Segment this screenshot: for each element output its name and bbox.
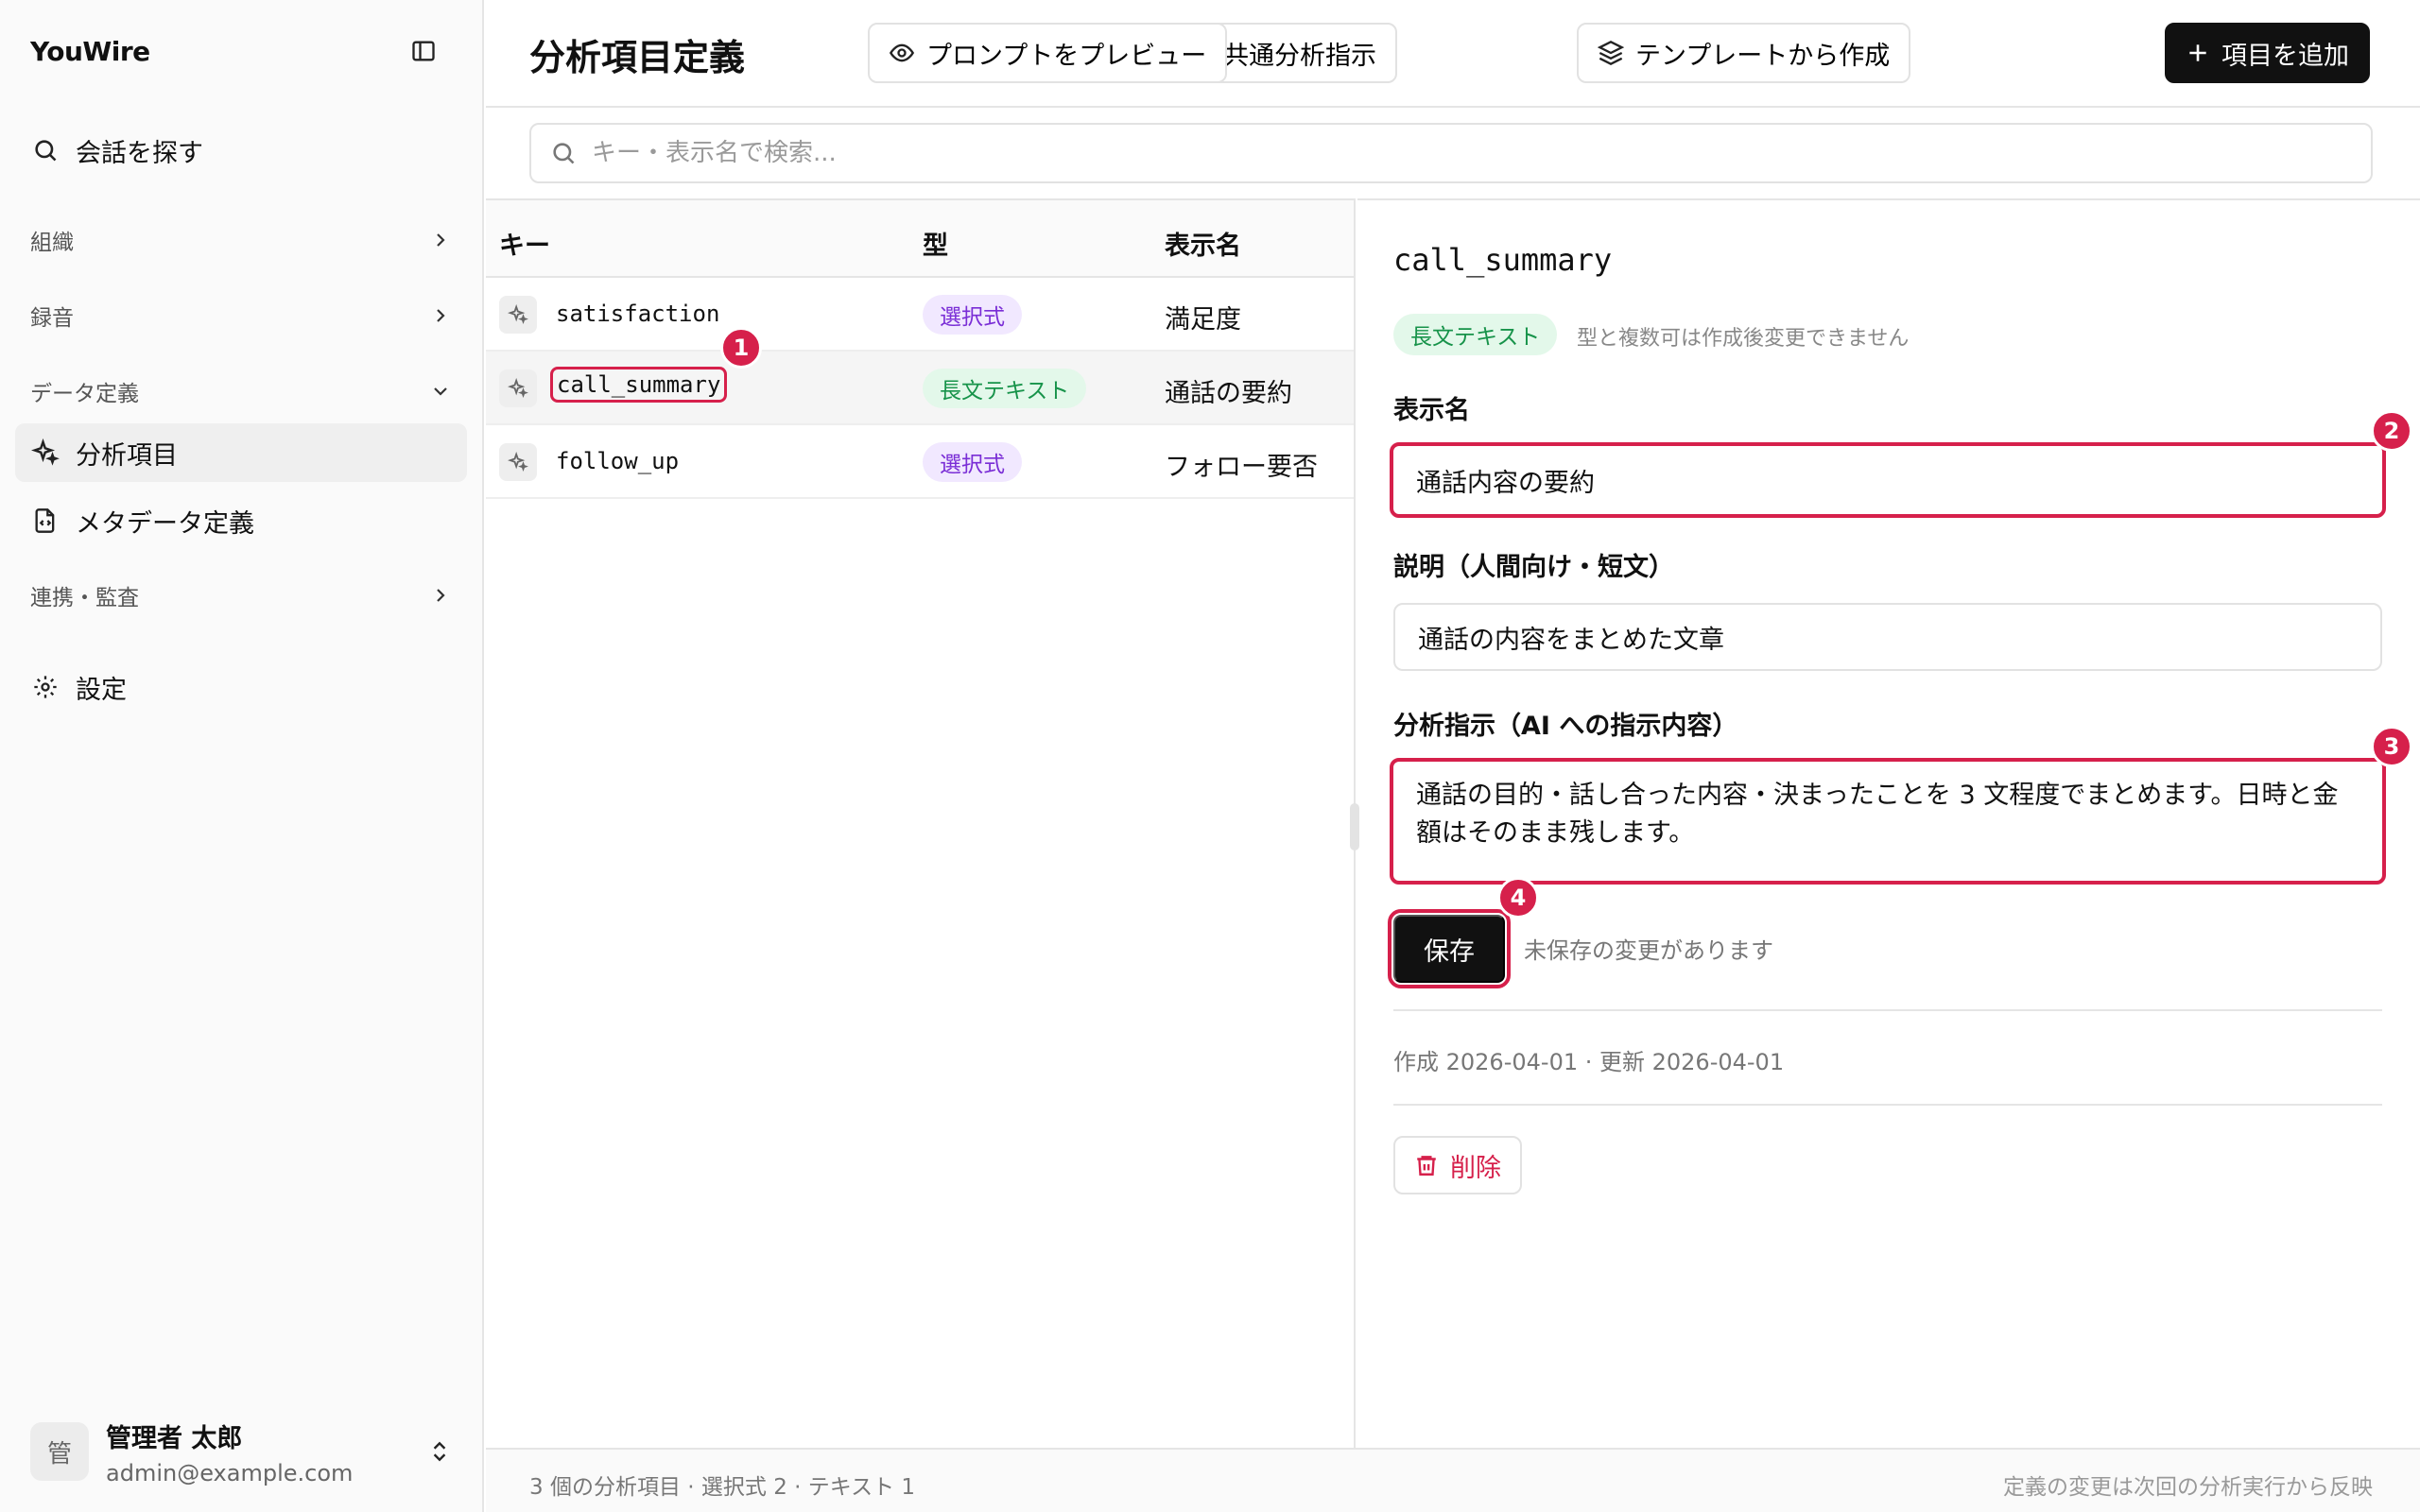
column-header-type[interactable]: 型 <box>923 225 948 262</box>
row-key: call_summary <box>550 367 728 403</box>
sidebar-group-label: データ定義 <box>30 382 139 406</box>
button-label: 共通分析指示 <box>1223 41 1376 70</box>
field-value: 通話の目的・話し合った内容・決まったことを 3 文程度でまとめます。日時と金額は… <box>1416 781 2339 848</box>
button-label: テンプレートから作成 <box>1635 41 1891 70</box>
sidebar-group-integration[interactable]: 連携・監査 <box>30 573 452 618</box>
user-name: 管理者 太郎 <box>106 1423 243 1453</box>
layers-icon <box>1598 41 1624 65</box>
sparkle-icon <box>30 438 60 468</box>
search-input[interactable] <box>592 139 2293 167</box>
timestamps: 作成 2026-04-01 · 更新 2026-04-01 <box>1393 1049 1785 1075</box>
field-value: 通話の内容をまとめた文章 <box>1418 625 1724 655</box>
sidebar-item-label: 設定 <box>76 675 127 705</box>
annotation-marker-2: 2 <box>2371 410 2412 452</box>
sidebar-item-label: 会話を探す <box>76 138 203 168</box>
description-label: 説明（人間向け・短文） <box>1393 553 1674 582</box>
annotation-marker-3: 3 <box>2371 726 2412 767</box>
sidebar-group-org[interactable]: 組織 <box>30 217 452 263</box>
user-menu[interactable]: 管 管理者 太郎 admin@example.com <box>30 1414 452 1489</box>
gear-icon <box>30 672 60 702</box>
column-header-key[interactable]: キー <box>499 225 550 262</box>
instruction-label: 分析指示（AI への指示内容） <box>1393 712 1738 741</box>
table-header: キー 型 表示名 <box>486 200 1354 278</box>
divider <box>1393 1104 2382 1106</box>
sidebar-group-label: 連携・監査 <box>30 586 139 610</box>
create-from-template-button[interactable]: テンプレートから作成 <box>1577 23 1911 83</box>
sidebar-panel-icon <box>412 41 435 61</box>
sidebar-item-metadata[interactable]: メタデータ定義 <box>15 491 467 550</box>
type-badge: 長文テキスト <box>1393 314 1558 355</box>
table-row[interactable]: satisfaction 選択式 満足度 <box>486 278 1354 352</box>
item-summary: 3 個の分析項目 · 選択式 2 · テキスト 1 <box>529 1475 916 1500</box>
column-header-label[interactable]: 表示名 <box>1165 225 1241 262</box>
row-label: フォロー要否 <box>1165 453 1318 482</box>
save-button[interactable]: 保存 <box>1388 909 1511 988</box>
search-box <box>529 123 2373 183</box>
footer-note: 定義の変更は次回の分析実行から反映 <box>2003 1475 2373 1500</box>
sidebar-item-analysis[interactable]: 分析項目 <box>15 423 467 482</box>
type-badge: 長文テキスト <box>923 369 1087 408</box>
type-badge: 選択式 <box>923 442 1022 482</box>
row-label: 通話の要約 <box>1165 379 1292 408</box>
page-title: 分析項目定義 <box>529 37 746 78</box>
delete-button[interactable]: 削除 <box>1393 1136 1522 1194</box>
chevron-down-icon <box>434 387 447 396</box>
table-row-selected[interactable]: call_summary 長文テキスト 通話の要約 <box>486 352 1354 425</box>
row-label: 満足度 <box>1165 305 1241 335</box>
status-bar: 3 個の分析項目 · 選択式 2 · テキスト 1 定義の変更は次回の分析実行か… <box>486 1448 2420 1512</box>
display-name-field[interactable]: 通話内容の要約 <box>1390 442 2386 518</box>
unsaved-status: 未保存の変更があります <box>1524 937 1773 964</box>
file-code-icon <box>30 506 60 536</box>
sidebar-group-label: 組織 <box>30 231 74 255</box>
trash-icon <box>1417 1156 1436 1176</box>
eye-icon <box>889 43 915 62</box>
field-value: 通話内容の要約 <box>1416 468 1595 498</box>
sidebar-item-settings[interactable]: 設定 <box>15 658 467 716</box>
button-label: プロンプトをプレビュー <box>926 41 1207 70</box>
search-icon <box>553 143 575 164</box>
sidebar: YouWire 会話を探す 組織 録音 データ定義 分析項目 メタデータ定義 連… <box>0 0 484 1512</box>
sidebar-group-recording[interactable]: 録音 <box>30 293 452 338</box>
chevron-right-icon <box>437 309 445 322</box>
sidebar-toggle-button[interactable] <box>408 36 439 66</box>
page-header: 分析項目定義 共通分析指示 プロンプトをプレビュー テンプレートから作成 項目を… <box>486 0 2420 108</box>
detail-panel: call_summary 長文テキスト 型と複数可は作成後変更できません 表示名… <box>1357 198 2420 1448</box>
display-name-label: 表示名 <box>1393 396 1470 425</box>
sidebar-item-label: メタデータ定義 <box>76 508 254 539</box>
button-label: 項目を追加 <box>2221 41 2349 70</box>
sparkle-icon <box>499 369 537 407</box>
type-note: 型と複数可は作成後変更できません <box>1577 327 1910 351</box>
chevrons-up-down-icon <box>433 1441 446 1462</box>
sparkle-icon <box>499 443 537 481</box>
avatar: 管 <box>30 1422 89 1481</box>
user-email: admin@example.com <box>106 1459 354 1486</box>
row-key: follow_up <box>556 448 680 474</box>
chevron-right-icon <box>437 589 445 602</box>
table-row[interactable]: follow_up 選択式 フォロー要否 <box>486 425 1354 499</box>
divider <box>1393 1009 2382 1011</box>
sidebar-group-data-definition[interactable]: データ定義 <box>30 369 452 414</box>
instruction-textarea[interactable]: 通話の目的・話し合った内容・決まったことを 3 文程度でまとめます。日時と金額は… <box>1390 758 2386 885</box>
description-field[interactable]: 通話の内容をまとめた文章 <box>1393 603 2382 671</box>
brand-logo: YouWire <box>30 36 150 67</box>
sidebar-item-label: 分析項目 <box>76 440 178 471</box>
search-icon <box>30 135 60 165</box>
preview-prompt-button[interactable]: プロンプトをプレビュー <box>868 23 1228 83</box>
analysis-items-table: キー 型 表示名 satisfaction 選択式 満足度 call_summa… <box>486 198 1356 1448</box>
type-badge: 選択式 <box>923 295 1022 335</box>
plus-icon <box>2189 44 2206 61</box>
detail-key: call_summary <box>1393 242 1613 278</box>
sidebar-item-search[interactable]: 会話を探す <box>15 121 467 180</box>
button-label: 削除 <box>1450 1153 1501 1182</box>
sparkle-icon <box>499 296 537 334</box>
sidebar-group-label: 録音 <box>30 306 74 331</box>
add-item-button[interactable]: 項目を追加 <box>2165 23 2370 83</box>
annotation-marker-4: 4 <box>1497 877 1539 919</box>
chevron-right-icon <box>437 233 445 247</box>
annotation-marker-1: 1 <box>720 327 762 369</box>
row-key: satisfaction <box>556 301 720 327</box>
